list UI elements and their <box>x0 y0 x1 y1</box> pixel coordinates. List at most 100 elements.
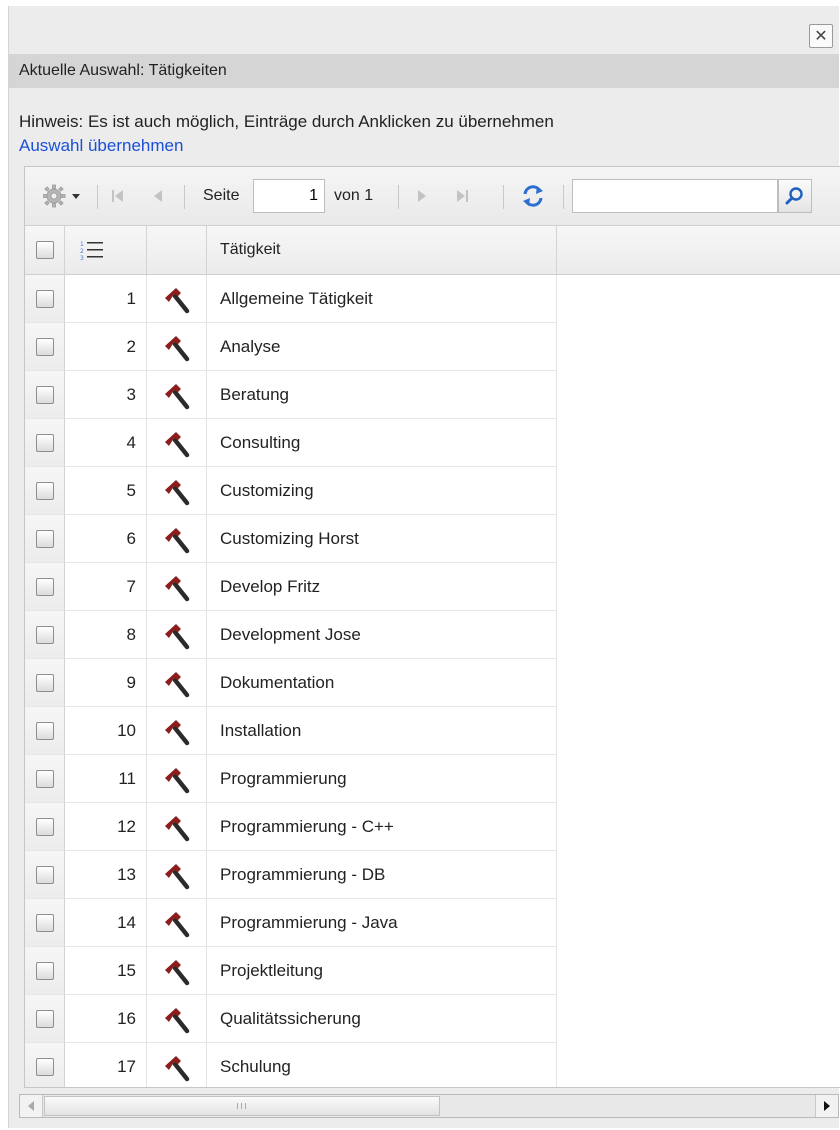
row-checkbox[interactable] <box>35 529 54 548</box>
row-number: 1 <box>65 275 147 323</box>
row-checkbox[interactable] <box>35 289 54 308</box>
row-checkbox-cell <box>25 371 65 419</box>
hammer-icon <box>164 863 189 889</box>
row-icon-cell <box>147 323 207 371</box>
selection-dialog: ✕ Aktuelle Auswahl: Tätigkeiten Hinweis:… <box>8 6 840 1128</box>
accept-selection-link[interactable]: Auswahl übernehmen <box>19 136 183 156</box>
table-row[interactable]: 8 Development Jose <box>25 611 840 659</box>
activity-name: Programmierung <box>207 755 557 803</box>
row-checkbox-cell <box>25 419 65 467</box>
table-row[interactable]: 10 Installation <box>25 707 840 755</box>
row-number: 14 <box>65 899 147 947</box>
table-row[interactable]: 13 Programmierung - DB <box>25 851 840 899</box>
scrollbar-thumb[interactable] <box>44 1096 440 1116</box>
table-row[interactable]: 7 Develop Fritz <box>25 563 840 611</box>
row-number: 2 <box>65 323 147 371</box>
last-page-button[interactable] <box>449 185 475 207</box>
row-checkbox[interactable] <box>35 481 54 500</box>
horizontal-scrollbar[interactable] <box>19 1094 839 1118</box>
hammer-icon <box>164 479 189 505</box>
svg-text:1: 1 <box>80 241 84 248</box>
toolbar-separator <box>503 185 504 209</box>
row-checkbox-cell <box>25 899 65 947</box>
row-checkbox[interactable] <box>35 1009 54 1028</box>
refresh-button[interactable] <box>518 182 548 210</box>
row-checkbox[interactable] <box>35 769 54 788</box>
row-checkbox[interactable] <box>35 865 54 884</box>
table-row[interactable]: 17 Schulung <box>25 1043 840 1087</box>
row-checkbox-cell <box>25 659 65 707</box>
grid-header: 1 2 3 Tätigkeit <box>25 226 840 275</box>
page-label: Seite <box>203 187 240 204</box>
table-row[interactable]: 6 Customizing Horst <box>25 515 840 563</box>
row-checkbox[interactable] <box>35 577 54 596</box>
search-input[interactable] <box>572 179 778 213</box>
row-checkbox[interactable] <box>35 625 54 644</box>
first-page-button[interactable] <box>105 185 131 207</box>
row-checkbox[interactable] <box>35 337 54 356</box>
svg-text:3: 3 <box>80 255 84 261</box>
row-checkbox-cell <box>25 707 65 755</box>
previous-page-button[interactable] <box>145 185 171 207</box>
activity-name: Develop Fritz <box>207 563 557 611</box>
activity-name: Qualitätssicherung <box>207 995 557 1043</box>
arrow-right-icon <box>824 1101 830 1111</box>
toolbar-separator <box>97 185 98 209</box>
close-button[interactable]: ✕ <box>809 24 833 48</box>
row-number-header[interactable]: 1 2 3 <box>65 226 147 274</box>
row-checkbox[interactable] <box>35 913 54 932</box>
svg-text:2: 2 <box>80 248 84 255</box>
activity-column-header[interactable]: Tätigkeit <box>207 226 557 274</box>
scroll-right-button[interactable] <box>815 1095 838 1117</box>
table-row[interactable]: 9 Dokumentation <box>25 659 840 707</box>
row-number: 12 <box>65 803 147 851</box>
hammer-icon <box>164 719 189 745</box>
row-checkbox[interactable] <box>35 673 54 692</box>
table-row[interactable]: 12 Programmierung - C++ <box>25 803 840 851</box>
table-row[interactable]: 3 Beratung <box>25 371 840 419</box>
row-number: 17 <box>65 1043 147 1087</box>
row-checkbox[interactable] <box>35 1057 54 1076</box>
settings-menu-button[interactable] <box>39 183 85 209</box>
next-page-button[interactable] <box>409 185 435 207</box>
table-row[interactable]: 4 Consulting <box>25 419 840 467</box>
current-selection-text: Aktuelle Auswahl: Tätigkeiten <box>19 62 227 79</box>
table-row[interactable]: 5 Customizing <box>25 467 840 515</box>
scroll-left-button[interactable] <box>20 1095 43 1117</box>
table-row[interactable]: 16 Qualitätssicherung <box>25 995 840 1043</box>
hammer-icon <box>164 623 189 649</box>
search-button[interactable] <box>778 179 812 213</box>
select-all-checkbox[interactable] <box>35 241 54 259</box>
row-checkbox[interactable] <box>35 961 54 980</box>
table-row[interactable]: 2 Analyse <box>25 323 840 371</box>
row-checkbox[interactable] <box>35 721 54 740</box>
table-row[interactable]: 11 Programmierung <box>25 755 840 803</box>
activity-name: Programmierung - Java <box>207 899 557 947</box>
current-selection-bar: Aktuelle Auswahl: Tätigkeiten <box>9 54 839 88</box>
page-number-input[interactable] <box>253 179 325 213</box>
refresh-icon <box>523 185 543 207</box>
row-checkbox[interactable] <box>35 433 54 452</box>
activity-name: Customizing Horst <box>207 515 557 563</box>
row-checkbox[interactable] <box>35 385 54 404</box>
table-row[interactable]: 1 Allgemeine Tätigkeit <box>25 275 840 323</box>
arrow-left-icon <box>28 1101 34 1111</box>
row-icon-cell <box>147 419 207 467</box>
row-checkbox-cell <box>25 275 65 323</box>
row-icon-cell <box>147 467 207 515</box>
row-icon-cell <box>147 995 207 1043</box>
row-checkbox-cell <box>25 851 65 899</box>
activity-grid: Seite von 1 <box>24 166 840 1088</box>
activity-name: Beratung <box>207 371 557 419</box>
table-row[interactable]: 14 Programmierung - Java <box>25 899 840 947</box>
row-icon-cell <box>147 563 207 611</box>
filler-column-header <box>557 226 840 274</box>
hammer-icon <box>164 767 189 793</box>
table-row[interactable]: 15 Projektleitung <box>25 947 840 995</box>
activity-name: Dokumentation <box>207 659 557 707</box>
row-checkbox[interactable] <box>35 817 54 836</box>
first-page-icon <box>112 190 123 202</box>
row-number: 10 <box>65 707 147 755</box>
row-number: 16 <box>65 995 147 1043</box>
row-number: 15 <box>65 947 147 995</box>
